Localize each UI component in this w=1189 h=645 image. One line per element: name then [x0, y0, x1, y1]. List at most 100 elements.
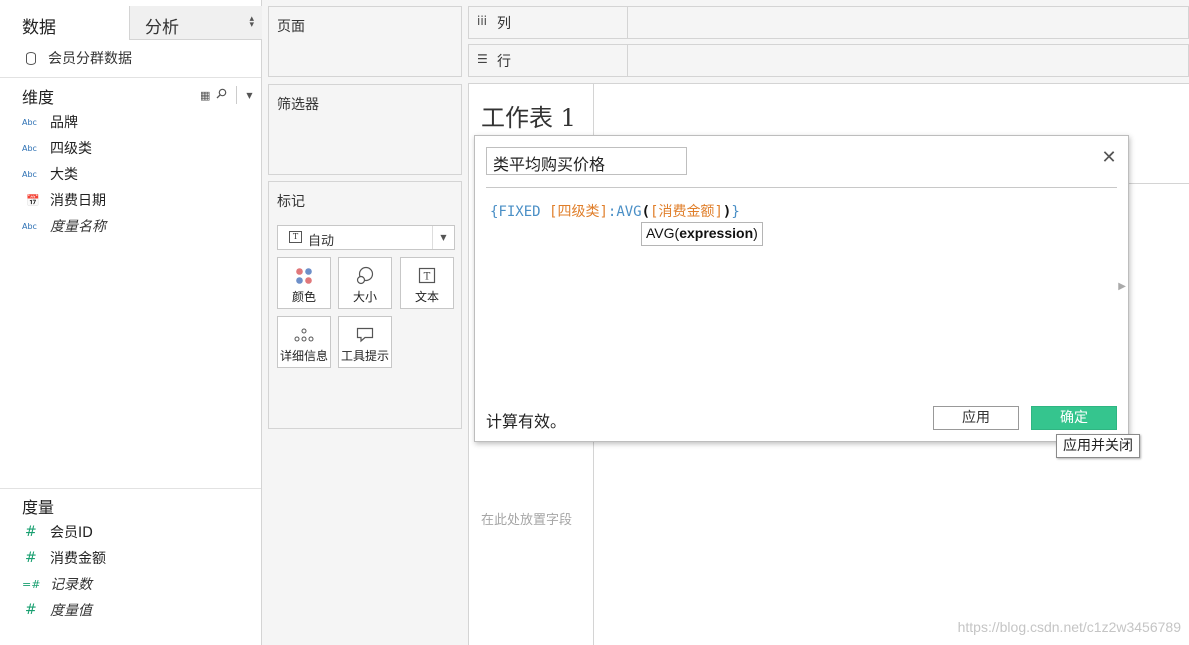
chevron-down-icon[interactable]: ▼ — [246, 91, 252, 100]
dimension-field[interactable]: Abc 品牌 — [22, 112, 78, 132]
field-label: 消费日期 — [50, 193, 106, 209]
expand-panel-icon[interactable]: ▶ — [1118, 281, 1126, 292]
ok-button[interactable]: 确定 — [1031, 406, 1117, 430]
rows-label: 行 — [497, 54, 511, 70]
marks-card: 标记 T 自动 ▼ 颜色 大小 T 文本 详细信息 工具提示 — [268, 181, 462, 429]
dialog-divider — [486, 187, 1117, 188]
dimension-field[interactable]: Abc 度量名称 — [22, 216, 106, 236]
tooltip-button[interactable]: 工具提示 — [338, 316, 392, 368]
detail-dots-icon — [278, 324, 330, 346]
dimension-field[interactable]: Abc 大类 — [22, 164, 78, 184]
datasource-label: 会员分群数据 — [48, 51, 132, 67]
formula-brace: } — [731, 204, 740, 220]
field-label: 度量名称 — [50, 219, 106, 235]
string-type-icon: Abc — [22, 143, 37, 153]
color-button[interactable]: 颜色 — [277, 257, 331, 309]
formula-keyword: FIXED — [498, 204, 550, 220]
columns-icon: iii — [477, 14, 488, 28]
tab-analysis-label: 分析 — [145, 18, 179, 38]
formula-paren: ( — [641, 204, 651, 220]
ok-button-tooltip: 应用并关闭 — [1056, 434, 1140, 458]
number-type-icon: # — [25, 602, 37, 618]
measures-title: 度量 — [22, 498, 55, 517]
detail-label: 详细信息 — [279, 349, 328, 363]
number-type-icon: # — [25, 550, 37, 566]
signature-end: ) — [753, 225, 758, 241]
watermark: https://blog.csdn.net/c1z2w3456789 — [957, 619, 1181, 635]
function-signature-tooltip: AVG(expression) — [641, 222, 763, 246]
search-icon[interactable] — [216, 88, 227, 102]
field-label: 大类 — [50, 167, 78, 183]
chevron-down-icon[interactable]: ▼ — [432, 226, 454, 249]
signature-argument: expression — [679, 225, 754, 241]
tab-scroll-icon[interactable]: ▴ ▾ — [249, 15, 254, 30]
toolbar-divider — [236, 86, 238, 104]
formula-dimension: [四级类] — [549, 204, 608, 220]
datasource-item[interactable]: 会员分群数据 — [22, 48, 132, 68]
text-label: 文本 — [414, 290, 439, 304]
mark-type-value: 自动 — [308, 234, 335, 249]
measure-field[interactable]: # 会员ID — [22, 522, 93, 542]
number-type-icon: # — [25, 524, 37, 540]
divider — [0, 77, 261, 78]
pages-shelf[interactable]: 页面 — [268, 6, 462, 77]
speech-bubble-icon — [339, 324, 391, 346]
measure-field[interactable]: # 度量值 — [22, 600, 92, 620]
calendar-icon: 📅 — [26, 193, 40, 207]
columns-label-area: iii 列 — [469, 7, 628, 38]
tab-analysis[interactable]: 分析 ▴ ▾ — [129, 6, 262, 40]
text-mark-icon: T — [289, 231, 302, 243]
validation-status: 计算有效。 — [486, 412, 567, 431]
calculation-dialog: 类平均购买价格 ✕ {FIXED [四级类]:AVG([消费金额])} AVG(… — [474, 135, 1129, 442]
dimensions-toolbar: ▦ ▼ — [200, 86, 253, 104]
dimension-field[interactable]: Abc 四级类 — [22, 138, 92, 158]
field-label: 度量值 — [50, 603, 92, 619]
close-icon[interactable]: ✕ — [1100, 149, 1118, 168]
color-label: 颜色 — [291, 290, 316, 304]
field-label: 品牌 — [50, 115, 78, 131]
database-icon — [26, 51, 36, 65]
apply-button[interactable]: 应用 — [933, 406, 1019, 430]
svg-text:T: T — [424, 272, 431, 283]
columns-label: 列 — [497, 16, 511, 32]
field-label: 会员ID — [50, 525, 93, 541]
columns-shelf[interactable]: iii 列 — [468, 6, 1189, 39]
text-box-icon: T — [401, 265, 453, 287]
divider — [0, 488, 261, 489]
field-label: 消费金额 — [50, 551, 106, 567]
signature-function: AVG( — [646, 225, 680, 241]
rows-icon: ☰ — [477, 52, 488, 66]
string-type-icon: Abc — [22, 117, 37, 127]
mark-type-select[interactable]: T 自动 ▼ — [277, 225, 455, 250]
filters-shelf[interactable]: 筛选器 — [268, 84, 462, 175]
size-button[interactable]: 大小 — [338, 257, 392, 309]
drop-field-hint[interactable]: 在此处放置字段 — [481, 509, 572, 528]
view-list-icon[interactable]: ▦ — [200, 89, 210, 102]
detail-button[interactable]: 详细信息 — [277, 316, 331, 368]
measure-field[interactable]: # 消费金额 — [22, 548, 106, 568]
formula-editor[interactable]: {FIXED [四级类]:AVG([消费金额])} — [490, 201, 740, 221]
sheet-title: 工作表 1 — [481, 104, 576, 132]
dimension-field[interactable]: 📅 消费日期 — [22, 190, 106, 210]
formula-measure: [消费金额] — [650, 204, 723, 220]
measure-field[interactable]: =# 记录数 — [22, 574, 92, 594]
dimensions-title: 维度 — [22, 88, 55, 107]
data-pane: 数据 分析 ▴ ▾ 会员分群数据 维度 ▦ ▼ Abc 品牌 Abc 四级类 Ab… — [0, 0, 262, 645]
calculated-number-icon: =# — [22, 577, 41, 591]
string-type-icon: Abc — [22, 221, 37, 231]
size-circles-icon — [339, 265, 391, 287]
field-label: 四级类 — [50, 141, 92, 157]
tab-data-label: 数据 — [22, 18, 56, 38]
rows-label-area: ☰ 行 — [469, 45, 628, 76]
field-label: 记录数 — [50, 577, 92, 593]
pages-title: 页面 — [277, 19, 305, 35]
color-dots-icon — [278, 265, 330, 287]
formula-function: AVG — [616, 204, 642, 220]
filters-title: 筛选器 — [277, 97, 319, 113]
text-button[interactable]: T 文本 — [400, 257, 454, 309]
string-type-icon: Abc — [22, 169, 37, 179]
tab-data[interactable]: 数据 — [0, 6, 129, 40]
size-label: 大小 — [352, 290, 377, 304]
calc-name-input[interactable]: 类平均购买价格 — [486, 147, 687, 175]
rows-shelf[interactable]: ☰ 行 — [468, 44, 1189, 77]
